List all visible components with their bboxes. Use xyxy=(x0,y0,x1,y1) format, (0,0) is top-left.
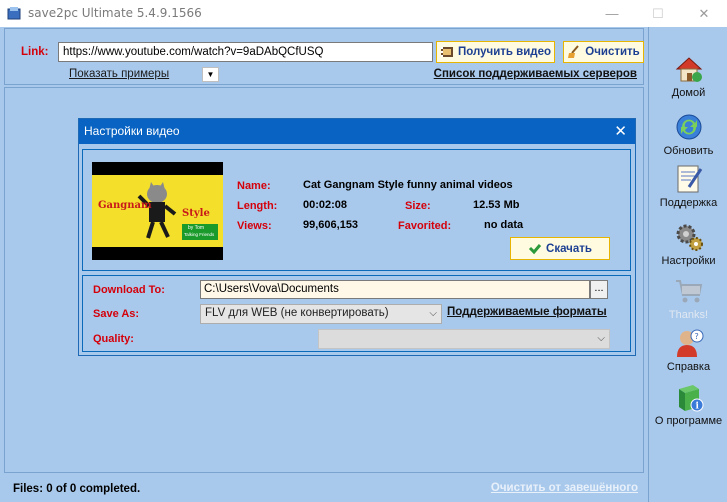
minimize-button[interactable]: — xyxy=(589,0,635,27)
maximize-icon: ☐ xyxy=(652,5,664,21)
examples-dropdown-button[interactable]: ▼ xyxy=(202,67,219,82)
about-icon: i xyxy=(678,385,703,412)
help-icon: ? xyxy=(676,329,703,357)
home-icon xyxy=(675,57,702,82)
sidebar-item-label: Thanks! xyxy=(668,309,709,321)
save-as-value: FLV для WEB (не конвертировать) xyxy=(205,307,389,319)
chevron-down-icon: ⌵ xyxy=(429,308,437,319)
download-options-panel: Download To: C:\Users\Vova\Documents ...… xyxy=(82,275,631,352)
favorited-label: Favorited: xyxy=(398,220,452,232)
size-label: Size: xyxy=(405,200,431,212)
sidebar-item-label: О программе xyxy=(654,415,723,427)
svg-text:i: i xyxy=(695,402,699,412)
views-value: 99,606,153 xyxy=(303,219,359,231)
title-bar: save2pc Ultimate 5.4.9.1566 — ☐ ✕ xyxy=(0,0,727,27)
download-path-field[interactable]: C:\Users\Vova\Documents xyxy=(200,280,590,299)
status-bar: Files: 0 of 0 completed. Очистить от зав… xyxy=(0,477,646,500)
save-as-select[interactable]: FLV для WEB (не конвертировать) ⌵ xyxy=(200,304,442,324)
download-button[interactable]: Скачать xyxy=(510,237,610,260)
refresh-icon xyxy=(676,114,701,140)
dialog-title-bar: Настройки видео ✕ xyxy=(79,119,635,144)
sidebar-item-thanks: Thanks! xyxy=(649,275,727,331)
settings-icon xyxy=(676,224,703,251)
show-examples-link[interactable]: Показать примеры xyxy=(69,68,169,80)
quality-label: Quality: xyxy=(93,333,134,345)
dialog-close-icon[interactable]: ✕ xyxy=(614,122,627,140)
chevron-down-icon: ▼ xyxy=(206,70,215,79)
download-arrow-icon xyxy=(528,243,542,254)
link-label: Link: xyxy=(21,46,49,58)
svg-text:?: ? xyxy=(694,332,698,341)
thumbnail-text-by-tom: by Tom xyxy=(188,225,205,231)
sidebar-item-refresh[interactable]: Обновить xyxy=(649,111,727,167)
name-value: Cat Gangnam Style funny animal videos xyxy=(303,179,513,191)
sidebar-item-home[interactable]: Домой xyxy=(649,53,727,109)
main-frame: Link: Получить видео Очистить Показать п… xyxy=(0,27,727,502)
video-settings-dialog: Настройки видео ✕ Gangnam Style by Tom T… xyxy=(78,118,636,356)
cart-icon xyxy=(675,280,702,303)
clear-completed-link[interactable]: Очистить от завешённого xyxy=(491,482,638,494)
thumbnail-text-gangnam: Gangnam xyxy=(98,200,152,211)
length-label: Length: xyxy=(237,200,278,212)
video-info-panel: Gangnam Style by Tom Talking Friends Nam… xyxy=(82,149,631,271)
save-as-label: Save As: xyxy=(93,308,140,320)
sidebar-item-label: Поддержка xyxy=(659,197,718,209)
supported-servers-link[interactable]: Список поддерживаемых серверов xyxy=(434,68,637,80)
clear-label: Очистить xyxy=(585,46,640,58)
sidebar-item-about[interactable]: i О программе xyxy=(649,381,727,437)
favorited-value: no data xyxy=(484,219,524,231)
thumbnail-text-style: Style xyxy=(182,208,210,219)
thumbnail-text-talking-friends: Talking Friends xyxy=(184,232,215,237)
url-input[interactable] xyxy=(58,42,433,62)
sidebar-item-support[interactable]: Поддержка xyxy=(649,163,727,219)
close-button[interactable]: ✕ xyxy=(681,0,727,27)
link-panel: Link: Получить видео Очистить Показать п… xyxy=(4,28,644,85)
size-value: 12.53 Mb xyxy=(473,199,520,211)
download-to-label: Download To: xyxy=(93,284,165,296)
maximize-button[interactable]: ☐ xyxy=(635,0,681,27)
sidebar-item-settings[interactable]: Настройки xyxy=(649,221,727,277)
sidebar: Домой Обновить Поддержка Настройки Thank… xyxy=(648,27,727,502)
broom-icon xyxy=(568,45,580,58)
close-icon: ✕ xyxy=(698,5,710,21)
video-thumbnail: Gangnam Style by Tom Talking Friends xyxy=(92,162,223,260)
minimize-icon: — xyxy=(605,6,619,21)
sidebar-item-label: Домой xyxy=(671,87,706,99)
film-icon xyxy=(440,47,453,57)
length-value: 00:02:08 xyxy=(303,199,348,211)
sidebar-item-help[interactable]: ? Справка xyxy=(649,327,727,383)
get-video-button[interactable]: Получить видео xyxy=(436,41,555,63)
sidebar-item-label: Настройки xyxy=(661,255,716,267)
files-status: Files: 0 of 0 completed. xyxy=(13,483,141,495)
download-label: Скачать xyxy=(546,242,592,255)
clear-button[interactable]: Очистить xyxy=(563,41,644,63)
get-video-label: Получить видео xyxy=(457,46,552,58)
dialog-title: Настройки видео xyxy=(84,124,180,138)
sidebar-item-label: Справка xyxy=(666,361,711,373)
window-title: save2pc Ultimate 5.4.9.1566 xyxy=(28,6,202,20)
supported-formats-link[interactable]: Поддерживаемые форматы xyxy=(447,306,607,318)
chevron-down-icon: ⌵ xyxy=(597,333,605,344)
browse-button[interactable]: ... xyxy=(590,280,608,299)
name-label: Name: xyxy=(237,180,271,192)
support-icon xyxy=(677,165,702,193)
sidebar-item-label: Обновить xyxy=(663,145,714,157)
quality-select[interactable]: ⌵ xyxy=(318,329,610,349)
views-label: Views: xyxy=(237,220,272,232)
app-icon xyxy=(7,7,21,20)
